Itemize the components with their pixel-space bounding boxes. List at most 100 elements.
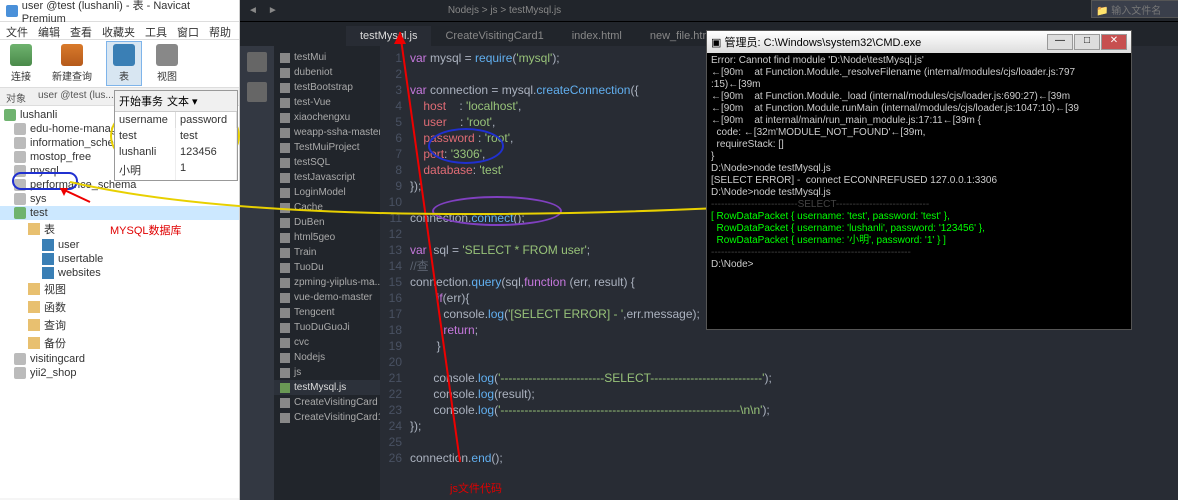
code-line[interactable]: 20 xyxy=(380,354,1178,370)
tree-item[interactable]: test xyxy=(0,206,239,220)
file-explorer[interactable]: testMuidubeniottestBootstraptest-Vuexiao… xyxy=(274,46,380,500)
cmd-line: } xyxy=(711,151,1127,163)
code-line[interactable]: 21 console.log('------------------------… xyxy=(380,370,1178,386)
menu-item[interactable]: 编辑 xyxy=(38,24,60,37)
tree-item[interactable]: sys xyxy=(0,192,239,206)
tree-item[interactable]: user xyxy=(0,238,239,252)
cmd-line: RowDataPacket { username: '小明', password… xyxy=(711,235,1127,247)
file-tree-item[interactable]: vue-demo-master xyxy=(274,290,380,305)
toolbar-btn[interactable]: 表 xyxy=(106,41,142,86)
file-tree-item[interactable]: testBootstrap xyxy=(274,80,380,95)
file-tree-item[interactable]: zpming-yiiplus-ma... xyxy=(274,275,380,290)
tree-item[interactable]: 视图 xyxy=(0,280,239,298)
toolbar-btn[interactable]: 新建查询 xyxy=(46,42,98,85)
maximize-button[interactable]: □ xyxy=(1074,34,1100,50)
tab-user[interactable]: user @test (lus... xyxy=(38,90,114,103)
tree-item[interactable]: yii2_shop xyxy=(0,366,239,380)
project-icon[interactable] xyxy=(247,52,267,72)
tree-item[interactable]: 表 xyxy=(0,220,239,238)
cmd-window: ▣ 管理员: C:\Windows\system32\CMD.exe — □ ✕… xyxy=(706,30,1132,330)
table-row[interactable]: 小明1 xyxy=(115,160,237,180)
cmd-icon: ▣ xyxy=(711,36,721,49)
file-tree-item[interactable]: Nodejs xyxy=(274,350,380,365)
file-tree-item[interactable]: cvc xyxy=(274,335,380,350)
file-tree-item[interactable]: xiaochengxu xyxy=(274,110,380,125)
file-tree-item[interactable]: testMui xyxy=(274,50,380,65)
toolbar: 连接新建查询表视图 xyxy=(0,40,239,88)
editor-tab[interactable]: index.html xyxy=(558,26,636,46)
menu-item[interactable]: 工具 xyxy=(145,24,167,37)
search-icon[interactable] xyxy=(247,82,267,102)
file-tree-item[interactable]: testSQL xyxy=(274,155,380,170)
file-tree-item[interactable]: js xyxy=(274,365,380,380)
tree-item[interactable]: websites xyxy=(0,266,239,280)
code-line[interactable]: 24}); xyxy=(380,418,1178,434)
code-line[interactable]: 19 } xyxy=(380,338,1178,354)
cmd-line: ----------------------------------------… xyxy=(711,247,1127,259)
editor-tab[interactable]: testMysql.js xyxy=(346,26,431,46)
window-title: user @test (lushanli) - 表 - Navicat Prem… xyxy=(0,0,239,22)
code-line[interactable]: 25 xyxy=(380,434,1178,450)
activity-bar[interactable] xyxy=(240,46,274,500)
text-dropdown[interactable]: 文本 ▾ xyxy=(167,93,198,109)
tree-item[interactable]: 备份 xyxy=(0,334,239,352)
menu-item[interactable]: 窗口 xyxy=(177,24,199,37)
file-tree-item[interactable]: TuoDu xyxy=(274,260,380,275)
tree-item[interactable]: visitingcard xyxy=(0,352,239,366)
table-row[interactable]: testtest xyxy=(115,128,237,144)
tree-item[interactable]: 查询 xyxy=(0,316,239,334)
fwd-icon[interactable]: ► xyxy=(268,5,278,16)
tree-item[interactable]: usertable xyxy=(0,252,239,266)
close-button[interactable]: ✕ xyxy=(1101,34,1127,50)
tab-objects[interactable]: 对象 xyxy=(6,90,26,103)
file-tree-item[interactable]: weapp-ssha-master xyxy=(274,125,380,140)
placeholder: 输入文件名 xyxy=(1111,6,1161,17)
cmd-line: D:\Node> xyxy=(711,259,1127,271)
file-tree-item[interactable]: CreateVisitingCard xyxy=(274,395,380,410)
menu-item[interactable]: 文件 xyxy=(6,24,28,37)
file-tree-item[interactable]: DuBen xyxy=(274,215,380,230)
popup-toolbar[interactable]: 开始事务 文本 ▾ xyxy=(115,91,237,112)
cmd-line: --------------------------SELECT--------… xyxy=(711,199,1127,211)
cmd-title-bar[interactable]: ▣ 管理员: C:\Windows\system32\CMD.exe — □ ✕ xyxy=(707,31,1131,53)
col-password[interactable]: password xyxy=(176,112,237,128)
file-tree-item[interactable]: dubeniot xyxy=(274,65,380,80)
file-tree-item[interactable]: Tengcent xyxy=(274,305,380,320)
toolbar-btn[interactable]: 视图 xyxy=(150,42,184,85)
code-line[interactable]: 23 console.log('------------------------… xyxy=(380,402,1178,418)
file-tree-item[interactable]: LoginModel xyxy=(274,185,380,200)
file-tree-item[interactable]: TuoDuGuoJi xyxy=(274,320,380,335)
cmd-output[interactable]: Error: Cannot find module 'D:\Node\testM… xyxy=(707,53,1131,273)
menu-bar[interactable]: 文件编辑查看收藏夹工具窗口帮助 xyxy=(0,22,239,40)
menu-item[interactable]: 帮助 xyxy=(209,24,231,37)
file-tree-item[interactable]: Cache xyxy=(274,200,380,215)
file-tree-item[interactable]: test-Vue xyxy=(274,95,380,110)
cmd-title-text: 管理员: C:\Windows\system32\CMD.exe xyxy=(724,34,921,50)
file-tree-item[interactable]: html5geo xyxy=(274,230,380,245)
editor-top-bar: ◄ ► Nodejs > js > testMysql.js xyxy=(240,0,1178,22)
cmd-line: RowDataPacket { username: 'lushanli', pa… xyxy=(711,223,1127,235)
cmd-line: D:\Node>node testMysql.js xyxy=(711,187,1127,199)
file-tree-item[interactable]: CreateVisitingCard1 xyxy=(274,410,380,425)
cmd-line: ←[90m at Function.Module.runMain (intern… xyxy=(711,103,1127,115)
editor-tab[interactable]: CreateVisitingCard1 xyxy=(431,26,557,46)
file-tree-item[interactable]: testJavascript xyxy=(274,170,380,185)
cmd-line: ←[90m at Function.Module._resolveFilenam… xyxy=(711,67,1127,79)
menu-item[interactable]: 查看 xyxy=(70,24,92,37)
file-search-input[interactable]: 📁 输入文件名 xyxy=(1091,0,1178,18)
file-tree-item[interactable]: testMysql.js xyxy=(274,380,380,395)
tree-item[interactable]: 函数 xyxy=(0,298,239,316)
cmd-line: Error: Cannot find module 'D:\Node\testM… xyxy=(711,55,1127,67)
back-icon[interactable]: ◄ xyxy=(248,5,258,16)
menu-item[interactable]: 收藏夹 xyxy=(102,24,135,37)
begin-transaction[interactable]: 开始事务 xyxy=(119,93,163,109)
file-tree-item[interactable]: Train xyxy=(274,245,380,260)
file-tree-item[interactable]: TestMuiProject xyxy=(274,140,380,155)
table-row[interactable]: lushanli123456 xyxy=(115,144,237,160)
minimize-button[interactable]: — xyxy=(1047,34,1073,50)
col-username[interactable]: username xyxy=(115,112,176,128)
code-line[interactable]: 26connection.end(); xyxy=(380,450,1178,466)
breadcrumb: Nodejs > js > testMysql.js xyxy=(448,5,561,16)
toolbar-btn[interactable]: 连接 xyxy=(4,42,38,85)
code-line[interactable]: 22 console.log(result); xyxy=(380,386,1178,402)
